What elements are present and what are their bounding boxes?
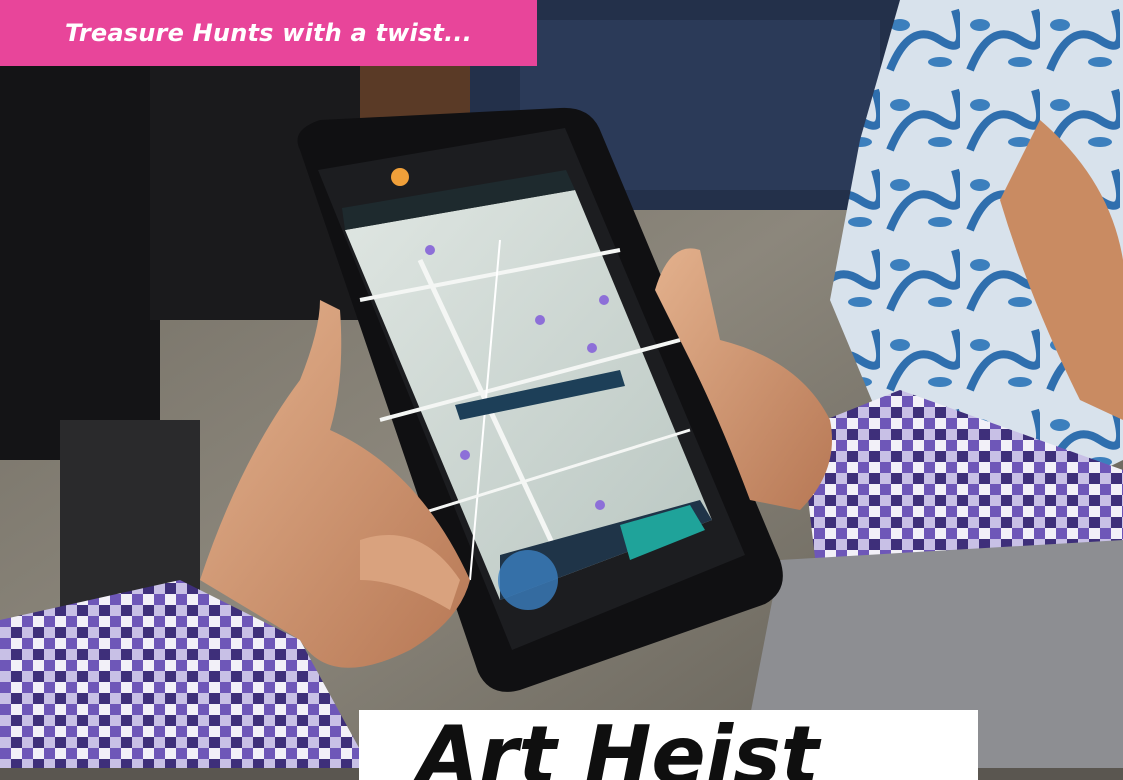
tagline-banner: Treasure Hunts with a twist... <box>0 0 537 66</box>
title-box: Art Heist <box>359 710 978 780</box>
page-title: Art Heist <box>417 710 819 780</box>
tagline-text: Treasure Hunts with a twist... <box>64 19 473 47</box>
photo-scene <box>0 0 1123 768</box>
